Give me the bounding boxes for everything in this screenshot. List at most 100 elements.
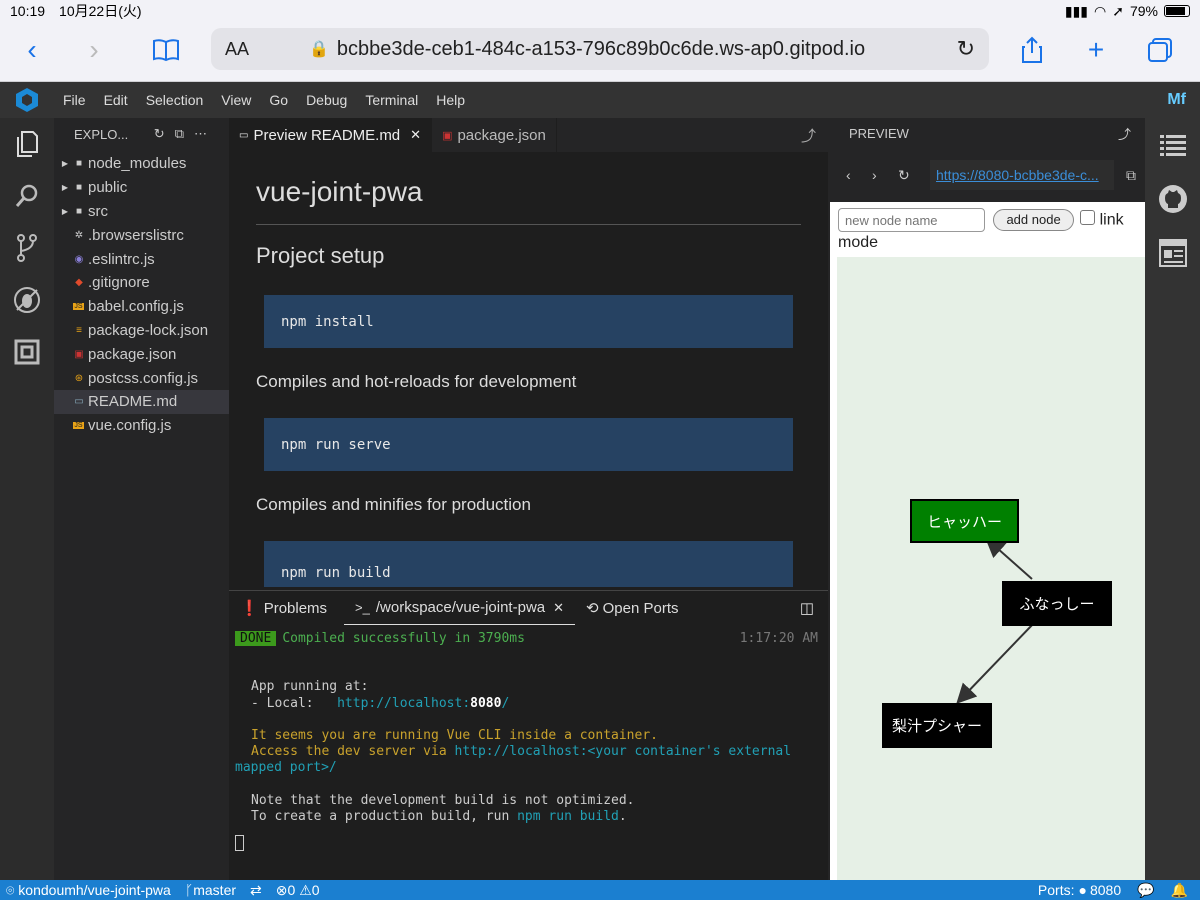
text-size-button[interactable]: AA <box>225 39 305 60</box>
feedback-icon[interactable]: 💬 <box>1137 882 1154 899</box>
chevron-right-icon[interactable]: ▶ <box>58 183 72 192</box>
menu-view[interactable]: View <box>212 92 260 108</box>
term-link[interactable]: http://localhost:<your container's exter… <box>455 744 792 759</box>
signal-icon: ▮▮▮ <box>1064 2 1089 19</box>
refresh-icon[interactable]: ↻ <box>154 126 175 141</box>
reload-icon[interactable]: ↻ <box>957 36 975 62</box>
file-tree-item[interactable]: ▶ ■ public <box>54 176 229 200</box>
clock: 10:19 <box>10 3 46 19</box>
tab-terminal[interactable]: >_ /workspace/vue-joint-pwa ✕ <box>344 591 576 625</box>
branch-item[interactable]: ᚴmaster <box>185 882 236 898</box>
tab-preview-readme[interactable]: ▭ Preview README.md ✕ <box>229 118 433 152</box>
share-icon[interactable] <box>1012 32 1052 68</box>
preview-forward-icon[interactable]: › <box>872 167 898 183</box>
file-tree-item[interactable]: ▶ ■ node_modules <box>54 152 229 176</box>
terminal-output[interactable]: DONE Compiled successfully in 3790ms 1:17:… <box>229 625 828 863</box>
debug-icon[interactable] <box>0 274 54 326</box>
explorer-header: EXPLO... ↻⧉⋯ <box>54 118 229 150</box>
tab-problems[interactable]: ❗ Problems <box>229 591 338 625</box>
file-tree-label: vue.config.js <box>88 417 172 435</box>
open-external-icon[interactable]: ⧉ <box>1126 167 1136 184</box>
menu-help[interactable]: Help <box>427 92 474 108</box>
file-tree-item[interactable]: ◆ .gitignore <box>54 271 229 295</box>
split-panel-icon[interactable]: ◫ <box>800 599 814 617</box>
right-sidebar <box>1145 118 1200 880</box>
explorer-icon[interactable] <box>0 118 54 170</box>
file-tree-item[interactable]: ≡ package-lock.json <box>54 319 229 343</box>
back-icon[interactable]: ‹ <box>12 32 52 68</box>
term-text: . <box>618 809 627 825</box>
preview-url[interactable]: https://8080-bcbbe3de-c... <box>930 160 1114 190</box>
file-tree-item[interactable]: JS vue.config.js <box>54 414 229 438</box>
outline-icon[interactable] <box>1145 118 1200 172</box>
term-link[interactable]: http://localhost: <box>337 696 470 711</box>
chevron-right-icon[interactable]: ▶ <box>58 159 72 168</box>
js-icon: JS <box>73 303 84 311</box>
graph-node[interactable]: ヒャッハー <box>910 499 1019 543</box>
postcss-icon: ⊛ <box>74 372 84 384</box>
graph-link[interactable] <box>956 622 1035 704</box>
close-terminal-icon[interactable]: ✕ <box>553 600 564 616</box>
open-to-side-icon[interactable]: ⤴ <box>789 118 828 152</box>
tabs-icon[interactable] <box>1140 32 1180 68</box>
file-tree-item[interactable]: ◉ .eslintrc.js <box>54 247 229 271</box>
add-node-button[interactable]: add node <box>993 209 1074 231</box>
menu-file[interactable]: File <box>54 92 95 108</box>
collapse-all-icon[interactable]: ⧉ <box>175 126 194 141</box>
file-tree-item[interactable]: JS babel.config.js <box>54 295 229 319</box>
extensions-icon[interactable] <box>0 326 54 378</box>
file-tree-item[interactable]: ⊛ postcss.config.js <box>54 366 229 390</box>
open-to-side-icon[interactable]: ⤴ <box>1118 124 1131 143</box>
theia-logo-icon <box>0 87 54 113</box>
more-icon[interactable]: ⋯ <box>194 126 217 141</box>
folder-icon: ■ <box>75 158 83 170</box>
new-node-name-input[interactable] <box>838 208 985 232</box>
repo-item[interactable]: ⌾ kondoumh/vue-joint-pwa <box>6 882 171 899</box>
github-icon[interactable] <box>1145 172 1200 226</box>
search-icon[interactable] <box>0 170 54 222</box>
file-tree-item[interactable]: ✲ .browserslistrc <box>54 223 229 247</box>
link-mode-checkbox[interactable] <box>1080 210 1096 225</box>
source-control-icon[interactable] <box>0 222 54 274</box>
tab-label: Problems <box>263 599 328 617</box>
graph-node[interactable]: 梨汁プシャー <box>882 703 992 748</box>
problems-item[interactable]: ⊗0 ⚠0 <box>276 882 320 899</box>
gitpod-user-icon[interactable]: Mf <box>1167 91 1186 109</box>
preview-back-icon[interactable]: ‹ <box>846 167 872 183</box>
menu-selection[interactable]: Selection <box>137 92 213 108</box>
bookmarks-icon[interactable] <box>146 32 186 68</box>
graph-link[interactable] <box>985 537 1033 580</box>
preview-icon[interactable] <box>1145 226 1200 280</box>
git-icon: ◆ <box>75 277 83 289</box>
battery-percent: 79% <box>1129 3 1158 19</box>
address-bar[interactable]: AA 🔒 bcbbe3de-ceb1-484c-a153-796c89b0c6d… <box>211 28 989 70</box>
readme-paragraph: Compiles and minifies for production <box>256 495 531 514</box>
file-tree-item[interactable]: ▣ package.json <box>54 342 229 366</box>
preview-page: add node link mode ヒャッハー ふなっしー 梨汁プシャー <box>830 202 1145 880</box>
tab-package-json[interactable]: ▣ package.json <box>432 118 557 152</box>
preview-reload-icon[interactable]: ↻ <box>898 167 924 184</box>
term-text: / <box>501 695 510 711</box>
bell-icon[interactable]: 🔔 <box>1171 882 1188 899</box>
forward-icon[interactable]: › <box>74 32 114 68</box>
menu-go[interactable]: Go <box>260 92 297 108</box>
port-value[interactable]: 8080 <box>1090 882 1121 898</box>
file-tree-item[interactable]: ▭ README.md <box>54 389 229 414</box>
file-tree-label: node_modules <box>88 155 187 173</box>
graph-canvas[interactable]: ヒャッハー ふなっしー 梨汁プシャー <box>837 257 1145 880</box>
lock-icon: 🔒 <box>309 41 329 58</box>
menu-terminal[interactable]: Terminal <box>356 92 427 108</box>
explorer-actions: ↻⧉⋯ <box>154 126 217 142</box>
new-tab-icon[interactable]: + <box>1076 32 1116 68</box>
tab-open-ports[interactable]: ⟲ Open Ports <box>575 591 689 625</box>
panel-tabs: ❗ Problems >_ /workspace/vue-joint-pwa ✕ ⟲ O… <box>229 591 828 625</box>
preview-panel: PREVIEW ⤴ ‹ › ↻ https://8080-bcbbe3de-c.… <box>828 118 1145 880</box>
file-tree-item[interactable]: ▶ ■ src <box>54 200 229 224</box>
graph-node[interactable]: ふなっしー <box>1002 581 1112 626</box>
chevron-right-icon[interactable]: ▶ <box>58 207 72 216</box>
menu-edit[interactable]: Edit <box>95 92 137 108</box>
menu-debug[interactable]: Debug <box>297 92 356 108</box>
graph-links <box>956 537 1035 704</box>
sync-icon[interactable]: ⇄ <box>250 882 262 899</box>
close-tab-icon[interactable]: ✕ <box>410 127 421 143</box>
